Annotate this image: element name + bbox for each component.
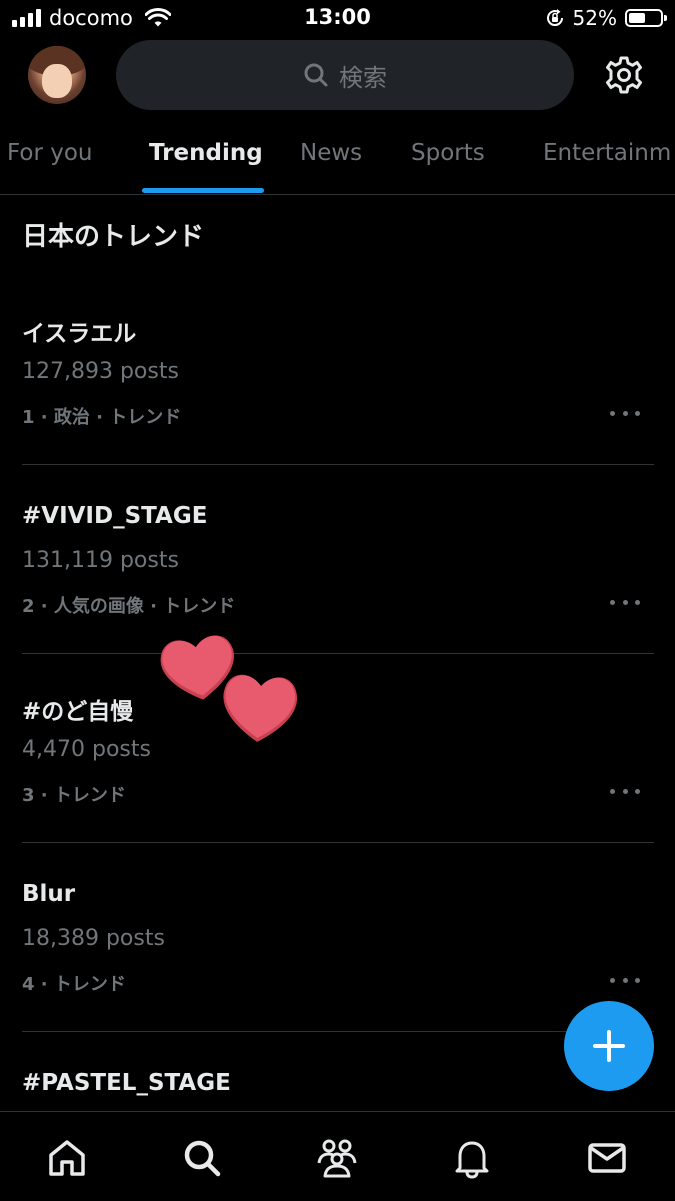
search-icon bbox=[303, 62, 329, 88]
home-icon[interactable] bbox=[45, 1136, 89, 1180]
bottom-nav bbox=[0, 1111, 675, 1201]
tab-for-you[interactable]: For you bbox=[7, 140, 93, 166]
search-placeholder: 検索 bbox=[339, 63, 387, 92]
trend-name: #PASTEL_STAGE bbox=[22, 1070, 231, 1096]
tab-trending[interactable]: Trending bbox=[149, 140, 263, 166]
tab-entertainment[interactable]: Entertainm bbox=[543, 140, 671, 166]
trend-name: Blur bbox=[22, 881, 76, 907]
divider bbox=[22, 653, 654, 654]
trend-item[interactable]: イスラエル 127,893 posts 1 · 政治 · トレンド bbox=[0, 314, 675, 503]
more-options-icon[interactable] bbox=[610, 406, 640, 420]
trend-name: #VIVID_STAGE bbox=[22, 503, 208, 529]
gear-icon[interactable] bbox=[604, 55, 644, 95]
trend-name: イスラエル bbox=[22, 321, 137, 347]
battery-icon bbox=[625, 9, 667, 27]
trend-post-count: 127,893 posts bbox=[22, 359, 179, 384]
more-options-icon[interactable] bbox=[610, 784, 640, 798]
trend-post-count: 4,470 posts bbox=[22, 737, 151, 762]
status-bar: docomo 13:00 52% bbox=[0, 0, 675, 38]
trend-meta: 1 · 政治 · トレンド bbox=[22, 407, 182, 428]
search-input[interactable]: 検索 bbox=[116, 40, 574, 110]
battery-percentage: 52% bbox=[572, 6, 617, 30]
trend-item[interactable]: #のど自慢 4,470 posts 3 · トレンド bbox=[0, 692, 675, 881]
more-options-icon[interactable] bbox=[610, 595, 640, 609]
divider bbox=[22, 842, 654, 843]
divider bbox=[22, 464, 654, 465]
bell-icon[interactable] bbox=[450, 1136, 494, 1180]
trend-item[interactable]: #VIVID_STAGE 131,119 posts 2 · 人気の画像 · ト… bbox=[0, 503, 675, 692]
active-tab-indicator bbox=[142, 188, 264, 193]
more-options-icon[interactable] bbox=[610, 973, 640, 987]
avatar[interactable] bbox=[28, 46, 86, 104]
trend-post-count: 18,389 posts bbox=[22, 926, 165, 951]
orientation-lock-icon bbox=[546, 9, 563, 27]
tab-sports[interactable]: Sports bbox=[411, 140, 485, 166]
trend-item[interactable]: #PASTEL_STAGE bbox=[0, 1070, 675, 1110]
section-title: 日本のトレンド bbox=[22, 222, 205, 252]
plus-icon bbox=[593, 1030, 625, 1062]
trend-meta: 4 · トレンド bbox=[22, 974, 126, 995]
trend-meta: 3 · トレンド bbox=[22, 785, 126, 806]
tab-news[interactable]: News bbox=[300, 140, 362, 166]
trend-post-count: 131,119 posts bbox=[22, 548, 179, 573]
tab-bar: For you Trending News Sports Entertainm bbox=[0, 124, 675, 195]
divider bbox=[22, 1031, 654, 1032]
communities-icon[interactable] bbox=[315, 1136, 359, 1180]
trend-meta: 2 · 人気の画像 · トレンド bbox=[22, 596, 236, 617]
mail-icon[interactable] bbox=[585, 1136, 629, 1180]
trend-name: #のど自慢 bbox=[22, 699, 134, 725]
compose-button[interactable] bbox=[564, 1001, 654, 1091]
search-icon[interactable] bbox=[180, 1136, 224, 1180]
